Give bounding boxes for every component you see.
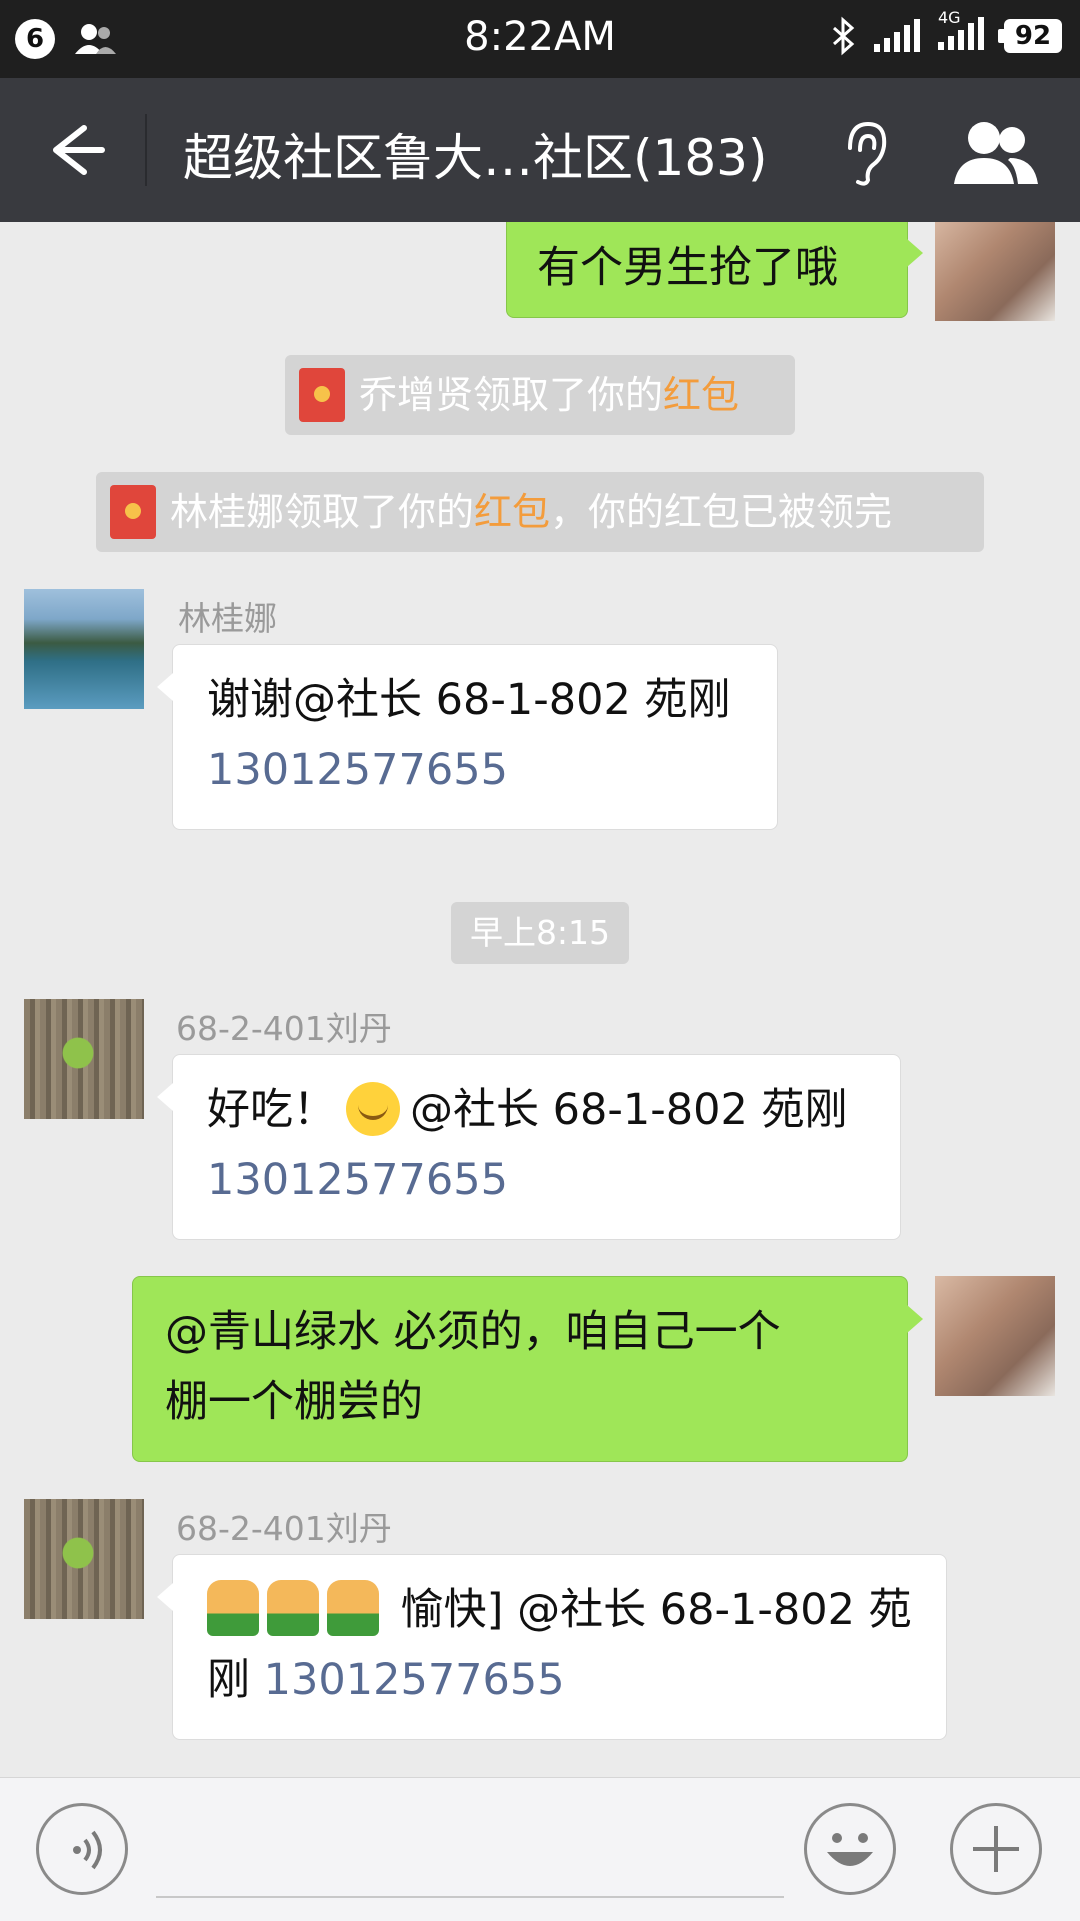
red-packet-link[interactable]: 红包	[474, 472, 550, 552]
message-text: @社长 68-1-802 苑刚	[410, 1085, 848, 1135]
red-packet-icon	[299, 368, 345, 422]
thumbs-up-emoji-icon	[327, 1580, 379, 1636]
title-divider	[145, 114, 147, 186]
message-text: 有个男生抢了哦	[537, 243, 838, 293]
notice-text: 林桂娜领取了你的	[170, 490, 475, 534]
message-list[interactable]: 有个男生抢了哦 乔增贤领取了你的 红包 林桂娜领取了你的 红包 ，你的红包已被领…	[0, 222, 1080, 1777]
thumbs-up-emoji-icon	[207, 1580, 259, 1636]
message-bubble[interactable]: 有个男生抢了哦	[506, 222, 923, 318]
message-text: @青山绿水 必须的，咱自己一个	[165, 1307, 781, 1357]
phone-link[interactable]: 13012577655	[207, 1145, 866, 1215]
message-bubble[interactable]: 好吃！ @社长 68-1-802 苑刚 13012577655	[157, 1054, 901, 1240]
message-text: 棚一个棚尝的	[165, 1377, 423, 1427]
notice-text: 乔增贤领取了你的	[359, 373, 664, 417]
bluetooth-icon	[833, 16, 855, 56]
chat-header: 超级社区鲁大…社区(183)	[0, 78, 1080, 222]
message-text: 刚	[207, 1655, 264, 1705]
status-bar: 6 8:22AM 4G 92	[0, 0, 1080, 78]
avatar[interactable]	[24, 1499, 144, 1619]
chat-title: 超级社区鲁大…社区(183)	[183, 129, 768, 187]
message-input[interactable]	[156, 1808, 784, 1898]
voice-button[interactable]	[36, 1803, 128, 1895]
signal-icon	[874, 19, 920, 52]
phone-link[interactable]: 13012577655	[207, 735, 743, 805]
group-members-icon[interactable]	[950, 118, 1040, 188]
avatar[interactable]	[935, 1276, 1055, 1396]
red-packet-notice: 乔增贤领取了你的 红包	[285, 355, 795, 435]
plus-icon	[973, 1826, 1019, 1872]
message-text: 谢谢@社长 68-1-802 苑刚	[207, 675, 731, 725]
notice-suffix: ，你的红包已被领完	[550, 490, 893, 534]
phone-link[interactable]: 13012577655	[264, 1655, 565, 1705]
sender-name: 68-2-401刘丹	[176, 1509, 392, 1548]
message-bubble[interactable]: 谢谢@社长 68-1-802 苑刚 13012577655	[157, 644, 778, 830]
network-type: 4G	[938, 8, 961, 27]
avatar[interactable]	[24, 999, 144, 1119]
earpiece-icon[interactable]	[836, 118, 892, 188]
thumbs-up-emoji-icon	[267, 1580, 319, 1636]
emoji-icon	[827, 1833, 873, 1866]
message-bubble[interactable]: 愉快] @社长 68-1-802 苑 刚 13012577655	[157, 1554, 947, 1740]
voice-icon	[73, 1830, 102, 1870]
smile-emoji-icon	[346, 1082, 400, 1136]
emoji-button[interactable]	[804, 1803, 896, 1895]
avatar[interactable]	[24, 589, 144, 709]
red-packet-icon	[110, 485, 156, 539]
back-arrow-icon[interactable]	[40, 120, 110, 180]
avatar[interactable]	[935, 222, 1055, 321]
battery-indicator: 92	[998, 19, 1062, 53]
plus-button[interactable]	[950, 1803, 1042, 1895]
sender-name: 林桂娜	[178, 599, 277, 638]
red-packet-link[interactable]: 红包	[663, 355, 739, 435]
sender-name: 68-2-401刘丹	[176, 1009, 392, 1048]
message-bubble[interactable]: @青山绿水 必须的，咱自己一个 棚一个棚尝的	[132, 1276, 923, 1462]
time-divider: 早上8:15	[451, 902, 629, 964]
red-packet-notice: 林桂娜领取了你的 红包 ，你的红包已被领完	[96, 472, 984, 552]
input-bar	[0, 1777, 1080, 1921]
message-text: 愉快] @社长 68-1-802 苑	[387, 1585, 912, 1635]
message-text: 好吃！	[207, 1085, 336, 1135]
